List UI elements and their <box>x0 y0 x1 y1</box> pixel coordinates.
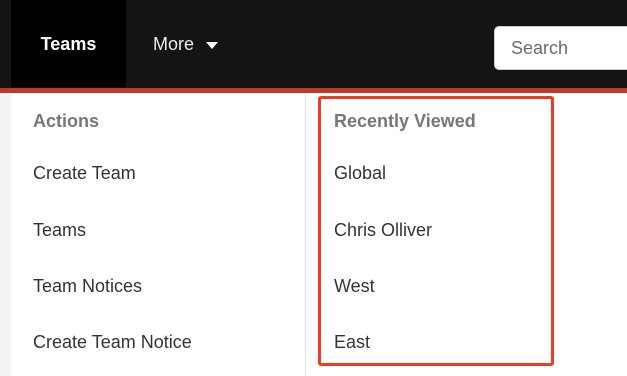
recently-viewed-heading: Recently Viewed <box>334 111 476 131</box>
menu-item-create-team[interactable]: Create Team <box>33 163 136 184</box>
caret-down-icon <box>206 41 219 49</box>
recent-item-global[interactable]: Global <box>334 163 386 184</box>
nav-more-dropdown[interactable]: More <box>153 0 219 88</box>
nav-tab-teams[interactable]: Teams <box>11 0 126 88</box>
dropdown-menu: Actions Create Team Teams Team Notices C… <box>11 93 627 376</box>
menu-item-teams[interactable]: Teams <box>33 220 86 241</box>
top-navbar: Teams More <box>0 0 627 88</box>
recent-item-chris-olliver[interactable]: Chris Olliver <box>334 220 432 241</box>
actions-column: Actions Create Team Teams Team Notices C… <box>11 93 305 376</box>
nav-more-label: More <box>153 33 195 54</box>
actions-heading: Actions <box>33 111 100 131</box>
search-input[interactable] <box>494 26 627 70</box>
menu-item-create-team-notice[interactable]: Create Team Notice <box>33 332 192 353</box>
recently-viewed-column: Recently Viewed Global Chris Olliver Wes… <box>306 93 627 376</box>
page-background-edge <box>0 93 11 376</box>
menu-item-team-notices[interactable]: Team Notices <box>33 276 142 297</box>
recent-item-east[interactable]: East <box>334 332 370 353</box>
nav-tab-teams-label: Teams <box>40 33 97 54</box>
recent-item-west[interactable]: West <box>334 276 375 297</box>
